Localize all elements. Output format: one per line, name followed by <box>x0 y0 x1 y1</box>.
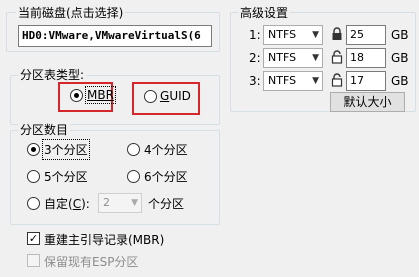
keep-esp-label[interactable]: 保留现有ESP分区 <box>44 253 138 270</box>
custom-count-unit: 个分区 <box>148 197 185 211</box>
partition-count-3-radio[interactable] <box>27 143 40 156</box>
guid-radio[interactable] <box>144 90 157 103</box>
partition-count-custom-radio[interactable] <box>27 197 40 210</box>
advanced-row-1-fs-select[interactable]: NTFS ▼ <box>263 25 323 45</box>
rebuild-mbr-label[interactable]: 重建主引导记录(MBR) <box>44 231 164 248</box>
advanced-row-2-index: 2: <box>249 51 261 65</box>
partition-count-4-radio[interactable] <box>127 143 140 156</box>
custom-label-prefix: 自定( <box>44 197 73 211</box>
advanced-row-3-index: 3: <box>249 74 261 88</box>
partition-table-title: 分区表类型: <box>18 66 87 83</box>
mbr-label[interactable]: MBR <box>85 86 116 104</box>
advanced-row-2-unit: GB <box>391 51 409 65</box>
unlock-icon[interactable] <box>331 50 343 67</box>
advanced-row-1-index: 1: <box>249 28 261 42</box>
unlock-icon[interactable] <box>331 73 343 90</box>
partition-count-6-label[interactable]: 6个分区 <box>144 168 188 185</box>
guid-label[interactable]: GUID <box>160 89 191 103</box>
mbr-radio[interactable] <box>70 89 83 102</box>
partition-count-5-radio[interactable] <box>27 170 40 183</box>
partition-count-4-label[interactable]: 4个分区 <box>144 141 188 158</box>
advanced-row-2-fs-select[interactable]: NTFS ▼ <box>263 48 323 68</box>
advanced-row-2-size-field[interactable]: 18 <box>346 48 386 68</box>
custom-label-suffix: ): <box>81 197 90 211</box>
advanced-row-1-fs-value: NTFS <box>268 28 297 41</box>
keep-esp-checkbox[interactable] <box>27 254 40 267</box>
advanced-title: 高级设置 <box>238 4 291 21</box>
partition-count-5-label[interactable]: 5个分区 <box>44 168 88 185</box>
advanced-row-2-fs-value: NTFS <box>268 51 297 64</box>
partition-count-3-label[interactable]: 3个分区 <box>42 139 90 160</box>
advanced-row-3-fs-value: NTFS <box>268 74 297 87</box>
custom-label-key: C <box>72 197 82 211</box>
lock-icon[interactable] <box>331 27 343 44</box>
partition-count-6-radio[interactable] <box>127 170 140 183</box>
current-disk-title: 当前磁盘(点击选择) <box>16 4 126 21</box>
advanced-row-1-size-field[interactable]: 25 <box>346 25 386 45</box>
advanced-row-3-fs-select[interactable]: NTFS ▼ <box>263 71 323 91</box>
advanced-row-3-unit: GB <box>391 74 409 88</box>
chevron-down-icon: ▼ <box>131 198 138 208</box>
chevron-down-icon: ▼ <box>312 53 319 63</box>
guid-label-rest: UID <box>169 89 191 103</box>
rebuild-mbr-checkbox[interactable]: ✓ <box>27 232 40 245</box>
chevron-down-icon: ▼ <box>312 30 319 40</box>
guid-label-mnemonic: G <box>160 89 170 103</box>
custom-count-select[interactable]: 2 ▼ <box>98 193 142 213</box>
partition-count-custom-label[interactable]: 自定(C): <box>44 195 90 212</box>
advanced-row-1-unit: GB <box>391 28 409 42</box>
partition-count-title: 分区数目 <box>18 121 71 138</box>
default-size-button[interactable]: 默认大小 <box>330 92 405 112</box>
advanced-row-3-size-field[interactable]: 17 <box>346 71 386 91</box>
chevron-down-icon: ▼ <box>312 76 319 86</box>
custom-count-value: 2 <box>103 196 110 209</box>
current-disk-field[interactable]: HD0:VMware,VMwareVirtualS(6 <box>18 25 212 47</box>
